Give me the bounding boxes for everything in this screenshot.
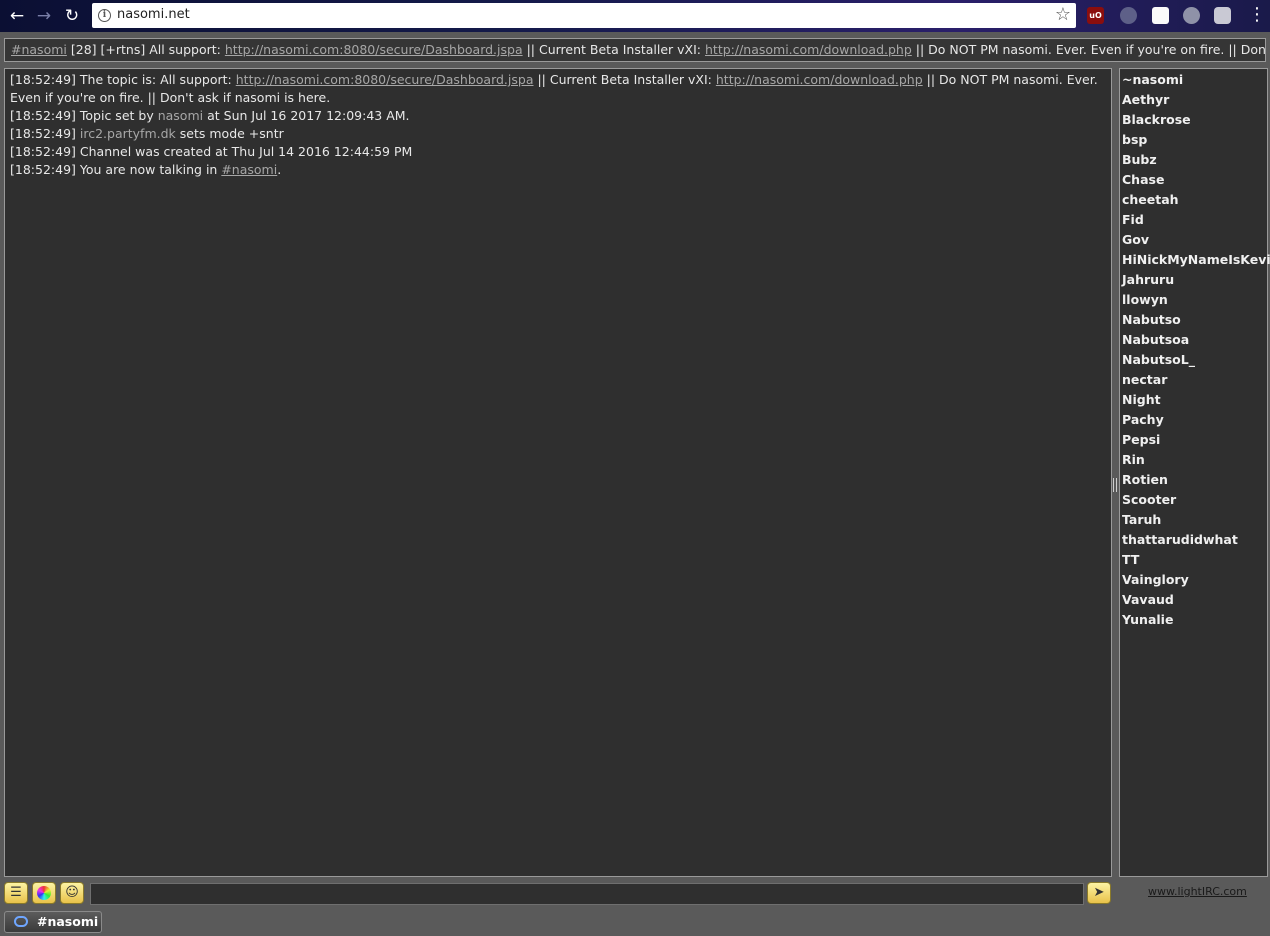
colors-button[interactable] bbox=[32, 882, 56, 904]
message-text: You are now talking in bbox=[79, 162, 218, 177]
user-list-item[interactable]: ~nasomi bbox=[1121, 70, 1267, 90]
chat-message: [18:52:49] Channel was created at Thu Ju… bbox=[10, 143, 1106, 161]
user-list[interactable]: ~nasomi Aethyr Blackrose bsp Bubz Chase … bbox=[1119, 68, 1270, 877]
message-text: . bbox=[277, 162, 282, 177]
user-count: [28] bbox=[70, 42, 97, 57]
channel-link[interactable]: #nasomi bbox=[11, 42, 67, 57]
info-icon[interactable]: i bbox=[98, 9, 111, 22]
user-list-item[interactable]: Blackrose bbox=[1121, 110, 1267, 130]
user-list-item[interactable]: NabutsoL_ bbox=[1121, 350, 1267, 370]
tools-button[interactable]: ☰ bbox=[4, 882, 28, 904]
chat-message: [18:52:49] You are now talking in #nasom… bbox=[10, 161, 1106, 179]
user-list-item[interactable]: cheetah bbox=[1121, 190, 1267, 210]
extension-icon[interactable] bbox=[1214, 7, 1231, 24]
timestamp: [18:52:49] bbox=[10, 144, 76, 159]
user-list-item[interactable]: nectar bbox=[1121, 370, 1267, 390]
panel-splitter[interactable] bbox=[1112, 68, 1119, 877]
send-button[interactable]: ➤ bbox=[1087, 882, 1111, 904]
user-list-item[interactable]: Taruh bbox=[1121, 510, 1267, 530]
topic-text: All support: bbox=[149, 42, 221, 57]
address-bar[interactable]: i nasomi.net ☆ bbox=[92, 3, 1076, 28]
user-list-item[interactable]: Night bbox=[1121, 390, 1267, 410]
message-text: at Sun Jul 16 2017 12:09:43 AM. bbox=[207, 108, 410, 123]
user-list-item[interactable]: Aethyr bbox=[1121, 90, 1267, 110]
smiley-icon: ☺ bbox=[65, 885, 79, 900]
extension-icon[interactable] bbox=[1120, 7, 1137, 24]
message-text: Topic set by bbox=[79, 108, 154, 123]
user-list-item[interactable]: HiNickMyNameIsKevin bbox=[1121, 250, 1270, 270]
color-palette-icon bbox=[37, 886, 51, 900]
tools-icon: ☰ bbox=[10, 885, 22, 900]
user-list-item[interactable]: TT bbox=[1121, 550, 1267, 570]
splitter-grip-icon[interactable] bbox=[1113, 478, 1117, 492]
user-list-item[interactable]: Vainglory bbox=[1121, 570, 1267, 590]
message-text: The topic is: All support: bbox=[79, 72, 232, 87]
user-list-item[interactable]: Nabutsoa bbox=[1121, 330, 1267, 350]
chat-message: [18:52:49] irc2.partyfm.dk sets mode +sn… bbox=[10, 125, 1106, 143]
timestamp: [18:52:49] bbox=[10, 72, 76, 87]
chat-bubble-icon bbox=[14, 916, 28, 927]
user-list-item[interactable]: Gov bbox=[1121, 230, 1267, 250]
topic-link-download[interactable]: http://nasomi.com/download.php bbox=[705, 42, 912, 57]
user-list-item[interactable]: Fid bbox=[1121, 210, 1267, 230]
message-text: || Current Beta Installer vXI: bbox=[537, 72, 712, 87]
user-list-item[interactable]: thattarudidwhat bbox=[1121, 530, 1267, 550]
browser-toolbar: ← → ↻ i nasomi.net ☆ uO ⋮ bbox=[0, 0, 1270, 32]
user-list-item[interactable]: Vavaud bbox=[1121, 590, 1267, 610]
url-text[interactable]: nasomi.net bbox=[117, 7, 190, 22]
user-list-item[interactable]: Jahruru bbox=[1121, 270, 1267, 290]
topic-text: || Current Beta Installer vXI: bbox=[526, 42, 702, 57]
topic-link-dashboard[interactable]: http://nasomi.com:8080/secure/Dashboard.… bbox=[225, 42, 523, 57]
channel-modes: [+rtns] bbox=[100, 42, 146, 57]
channel-link[interactable]: #nasomi bbox=[221, 162, 277, 177]
user-list-item[interactable]: Rin bbox=[1121, 450, 1267, 470]
user-list-item[interactable]: bsp bbox=[1121, 130, 1267, 150]
server-link[interactable]: irc2.partyfm.dk bbox=[80, 126, 176, 141]
channel-topic-bar: #nasomi [28] [+rtns] All support: http:/… bbox=[4, 38, 1266, 62]
user-list-item[interactable]: llowyn bbox=[1121, 290, 1267, 310]
message-link-download[interactable]: http://nasomi.com/download.php bbox=[716, 72, 923, 87]
chat-message: [18:52:49] The topic is: All support: ht… bbox=[10, 71, 1106, 107]
timestamp: [18:52:49] bbox=[10, 108, 76, 123]
tab-nasomi[interactable]: #nasomi bbox=[4, 911, 102, 933]
smiley-button[interactable]: ☺ bbox=[60, 882, 84, 904]
nick-link[interactable]: nasomi bbox=[158, 108, 203, 123]
user-list-item[interactable]: Rotien bbox=[1121, 470, 1267, 490]
lightirc-link[interactable]: www.lightIRC.com bbox=[1148, 885, 1247, 898]
user-list-item[interactable]: Pachy bbox=[1121, 410, 1267, 430]
user-list-item[interactable]: Scooter bbox=[1121, 490, 1267, 510]
user-list-item[interactable]: Chase bbox=[1121, 170, 1267, 190]
user-list-item[interactable]: Yunalie bbox=[1121, 610, 1267, 630]
chat-log[interactable]: [18:52:49] The topic is: All support: ht… bbox=[4, 68, 1112, 877]
back-button[interactable]: ← bbox=[5, 4, 29, 28]
send-icon: ➤ bbox=[1093, 885, 1105, 900]
blank-extension-icon[interactable] bbox=[1152, 7, 1169, 24]
bookmark-star-icon[interactable]: ☆ bbox=[1055, 4, 1071, 25]
topic-text: || Do NOT PM nasomi. Ever. Even if you'r… bbox=[915, 42, 1266, 57]
extension-icon[interactable] bbox=[1183, 7, 1200, 24]
chat-message: [18:52:49] Topic set by nasomi at Sun Ju… bbox=[10, 107, 1106, 125]
message-link-dashboard[interactable]: http://nasomi.com:8080/secure/Dashboard.… bbox=[236, 72, 534, 87]
user-list-item[interactable]: Nabutso bbox=[1121, 310, 1267, 330]
reload-button[interactable]: ↻ bbox=[60, 4, 84, 28]
ublock-origin-icon[interactable]: uO bbox=[1087, 7, 1104, 24]
message-text: Channel was created at Thu Jul 14 2016 1… bbox=[79, 144, 413, 159]
message-text: sets mode +sntr bbox=[179, 126, 284, 141]
browser-menu-icon[interactable]: ⋮ bbox=[1248, 4, 1266, 25]
timestamp: [18:52:49] bbox=[10, 126, 76, 141]
message-input[interactable] bbox=[90, 883, 1084, 905]
user-list-item[interactable]: Pepsi bbox=[1121, 430, 1267, 450]
forward-button[interactable]: → bbox=[32, 4, 56, 28]
timestamp: [18:52:49] bbox=[10, 162, 76, 177]
tab-label: #nasomi bbox=[37, 914, 99, 929]
user-list-item[interactable]: Bubz bbox=[1121, 150, 1267, 170]
